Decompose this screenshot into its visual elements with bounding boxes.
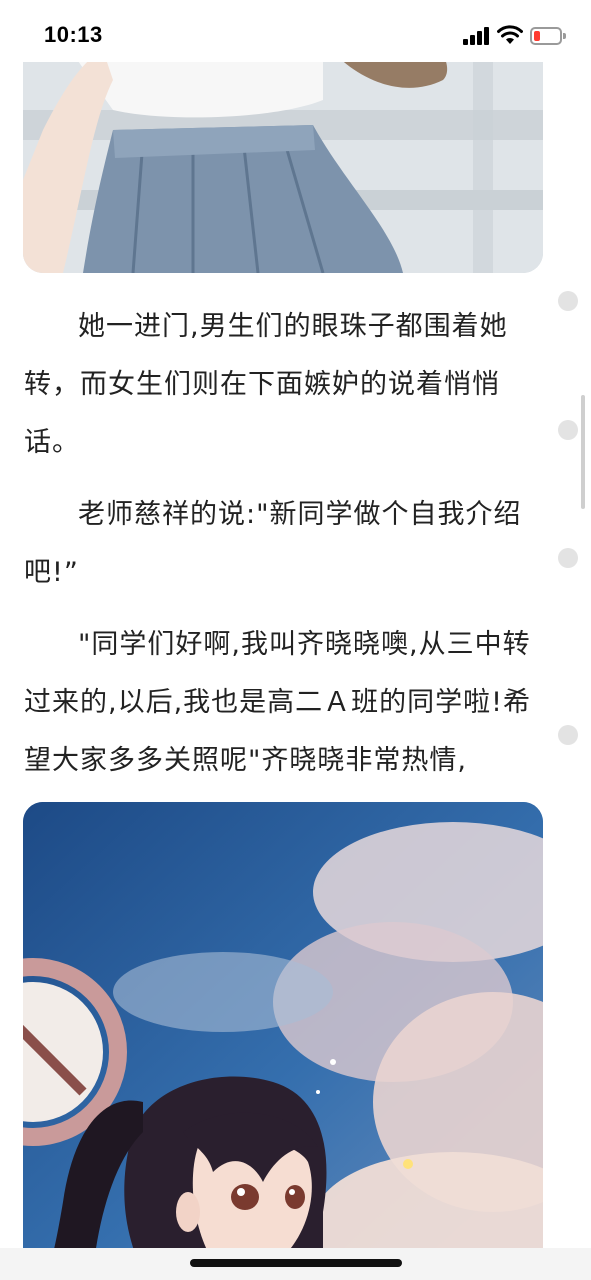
paragraph-comment-dot[interactable]	[558, 725, 578, 745]
illustration-schoolgirl-skirt	[23, 40, 543, 273]
cellular-signal-icon	[463, 27, 491, 45]
battery-icon	[530, 27, 566, 45]
home-indicator[interactable]	[190, 1259, 402, 1267]
article-paragraph: 她一进门,男生们的眼珠子都围着她转，而女生们则在下面嫉妒的说着悄悄话。	[24, 311, 508, 458]
status-time: 10:13	[44, 22, 103, 47]
wifi-icon	[497, 25, 523, 44]
paragraph-comment-dot[interactable]	[558, 291, 578, 311]
battery-level	[534, 31, 540, 41]
reader-screen: 10:13 她一进门,男生们的眼珠子都围着她转，而女生们则在下面嫉妒的说着悄悄话…	[0, 0, 591, 1280]
article-paragraph: 老师慈祥的说:"新同学做个自我介绍吧!”	[24, 499, 522, 588]
status-bar: 10:13	[0, 0, 591, 62]
article-body: 她一进门,男生们的眼珠子都围着她转，而女生们则在下面嫉妒的说着悄悄话。 老师慈祥…	[24, 298, 544, 804]
story-illustration-top	[23, 40, 543, 273]
story-illustration-bottom	[23, 802, 543, 1272]
illustration-girl-ponytail-sky	[23, 802, 543, 1272]
article-paragraph: "同学们好啊,我叫齐晓晓噢,从三中转过来的,以后,我也是高二Ａ班的同学啦!希望大…	[24, 629, 531, 776]
paragraph-comment-dot[interactable]	[558, 548, 578, 568]
paragraph-comment-dot[interactable]	[558, 420, 578, 440]
scrollbar[interactable]	[581, 395, 585, 509]
